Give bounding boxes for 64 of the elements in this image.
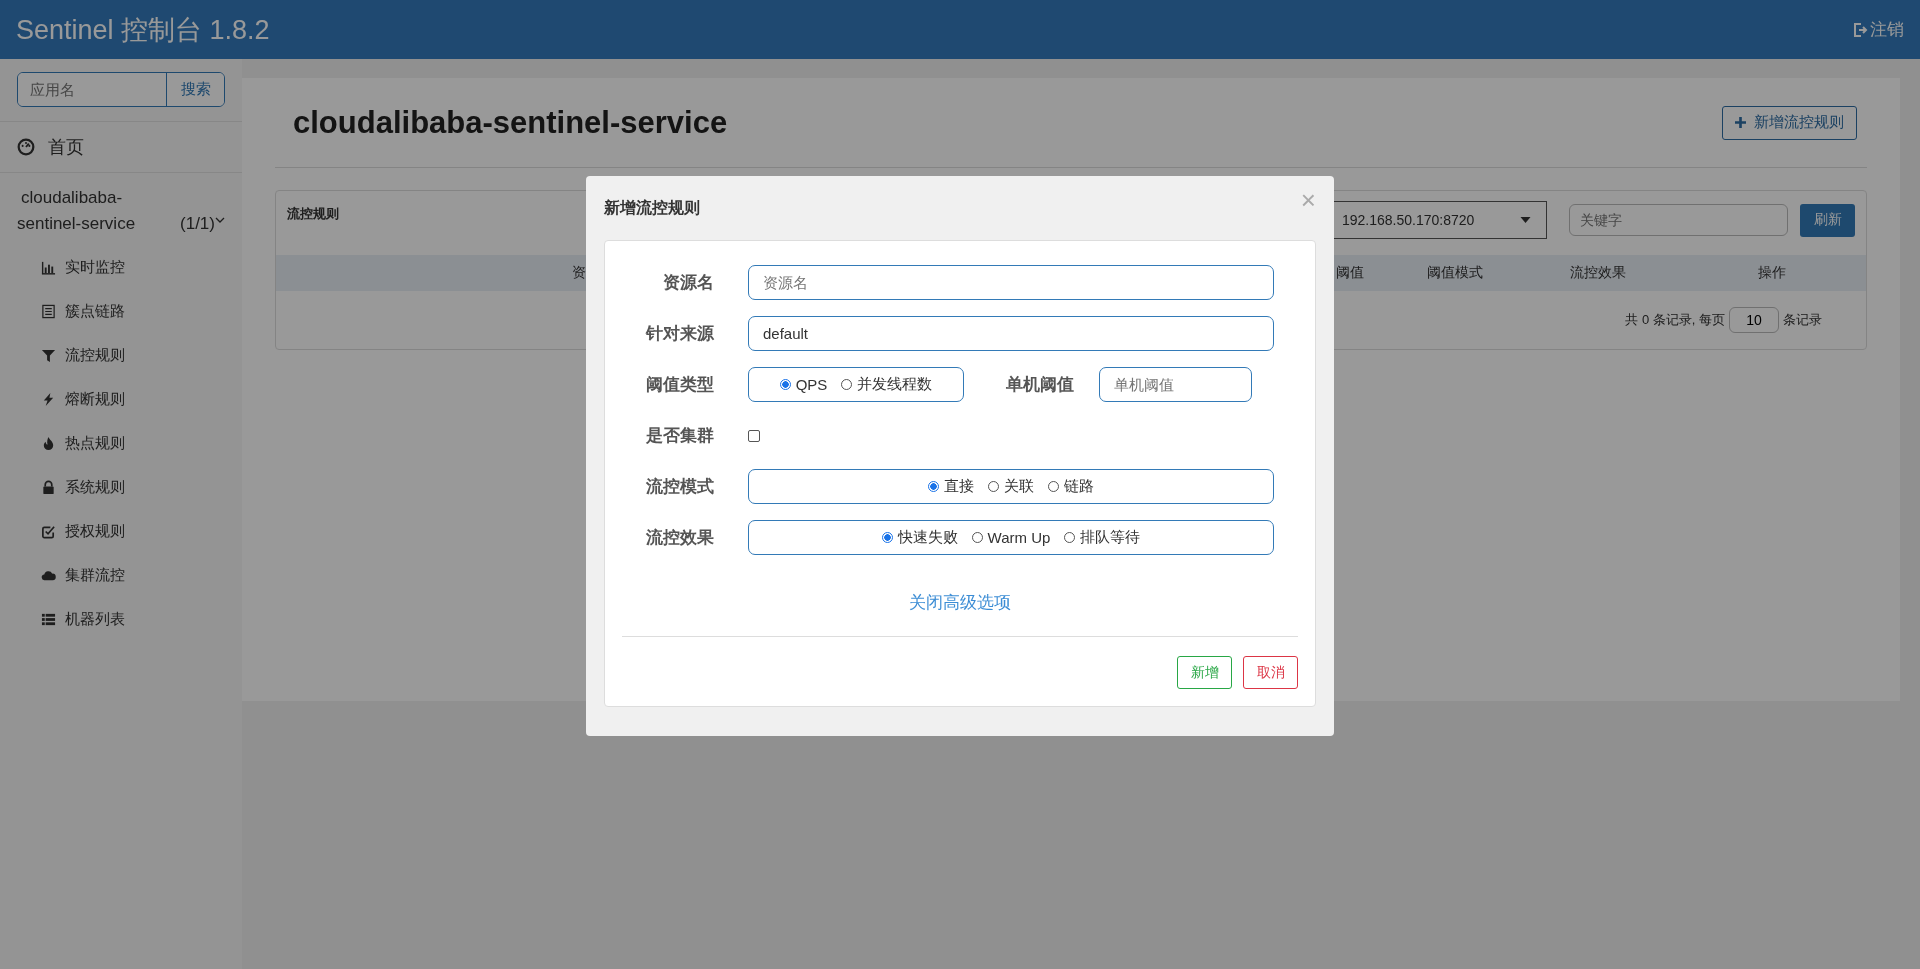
- sidebar-item[interactable]: 簇点链路: [0, 289, 242, 333]
- app-search-field[interactable]: 应用名 搜索: [17, 72, 225, 107]
- field-label: 针对来源: [644, 323, 714, 345]
- add-rule-button[interactable]: 新增流控规则: [1722, 105, 1857, 140]
- list-icon: [41, 611, 56, 627]
- bar-chart-icon: [41, 259, 56, 275]
- lock-icon: [41, 479, 56, 495]
- sidebar-item[interactable]: 授权规则: [0, 509, 242, 553]
- column-header: 操作: [1758, 264, 1787, 282]
- column-header: 流控效果: [1570, 264, 1627, 282]
- sidebar-item[interactable]: 集群流控: [0, 553, 242, 597]
- radio-option[interactable]: 排队等待: [1064, 528, 1141, 547]
- radio-option[interactable]: 关联: [988, 477, 1034, 496]
- radio-option[interactable]: Warm Up: [971, 529, 1051, 546]
- column-header: 资: [571, 264, 586, 282]
- page-size-field[interactable]: 10: [1729, 307, 1779, 333]
- field-label: 流控效果: [645, 527, 714, 549]
- text-field[interactable]: default: [748, 316, 1274, 351]
- caret-icon: [1520, 217, 1531, 223]
- field-label: 资源名: [662, 272, 714, 294]
- radio-option[interactable]: 链路: [1048, 477, 1094, 496]
- dialog-title: 新增流控规则: [604, 197, 700, 218]
- radio-option[interactable]: 快速失败: [881, 528, 958, 547]
- sidebar-item[interactable]: 系统规则: [0, 465, 242, 509]
- column-header: 阈值模式: [1427, 264, 1484, 282]
- list-icon: [41, 303, 56, 319]
- sidebar-item[interactable]: 实时监控: [0, 245, 242, 289]
- machine-select[interactable]: 192.168.50.170:8720: [1331, 201, 1547, 239]
- text-field[interactable]: 资源名: [748, 265, 1274, 300]
- radio-option[interactable]: QPS: [779, 376, 828, 393]
- page-title: cloudalibaba-sentinel-service: [293, 104, 728, 141]
- sidebar-item[interactable]: 热点规则: [0, 421, 242, 465]
- refresh-button[interactable]: 刷新: [1800, 203, 1855, 237]
- threshold-field[interactable]: 单机阈值: [1099, 367, 1252, 402]
- plus-icon: [1735, 117, 1746, 128]
- field-label: 是否集群: [645, 425, 714, 447]
- logout-link[interactable]: 注销: [1852, 18, 1904, 41]
- app-title: Sentinel 控制台 1.8.2: [16, 13, 270, 47]
- sidebar-item[interactable]: 熔断规则: [0, 377, 242, 421]
- dashboard-icon: [17, 138, 35, 156]
- radio-option[interactable]: 直接: [928, 477, 974, 496]
- sidebar-item[interactable]: 机器列表: [0, 597, 242, 641]
- field-label: 阈值类型: [645, 374, 714, 396]
- cancel-button[interactable]: 取消: [1243, 656, 1298, 689]
- checkbox[interactable]: [748, 429, 760, 442]
- add-button[interactable]: 新增: [1177, 656, 1232, 689]
- keyword-field[interactable]: 关键字: [1569, 204, 1788, 236]
- logout-icon: [1852, 21, 1868, 38]
- field-label: 流控模式: [645, 476, 714, 498]
- checkbox-icon: [41, 523, 56, 539]
- home-label: 首页: [48, 136, 84, 159]
- record-count: 共 0 条记录, 每页: [1625, 311, 1725, 329]
- panel-title: 流控规则: [287, 205, 339, 223]
- sidebar-item[interactable]: 流控规则: [0, 333, 242, 377]
- column-header: 阈值: [1336, 264, 1365, 282]
- advanced-options-link[interactable]: 关闭高级选项: [909, 593, 1011, 612]
- record-suffix: 条记录: [1783, 311, 1822, 329]
- filter-icon: [41, 347, 56, 363]
- home-menu-item[interactable]: 首页: [0, 121, 242, 173]
- flame-icon: [41, 435, 56, 451]
- app-menu-item[interactable]: cloudalibaba-sentinel-service (1/1): [0, 173, 242, 245]
- field-label: 单机阈值: [1004, 374, 1075, 396]
- radio-option[interactable]: 并发线程数: [841, 375, 933, 394]
- search-button[interactable]: 搜索: [166, 73, 224, 106]
